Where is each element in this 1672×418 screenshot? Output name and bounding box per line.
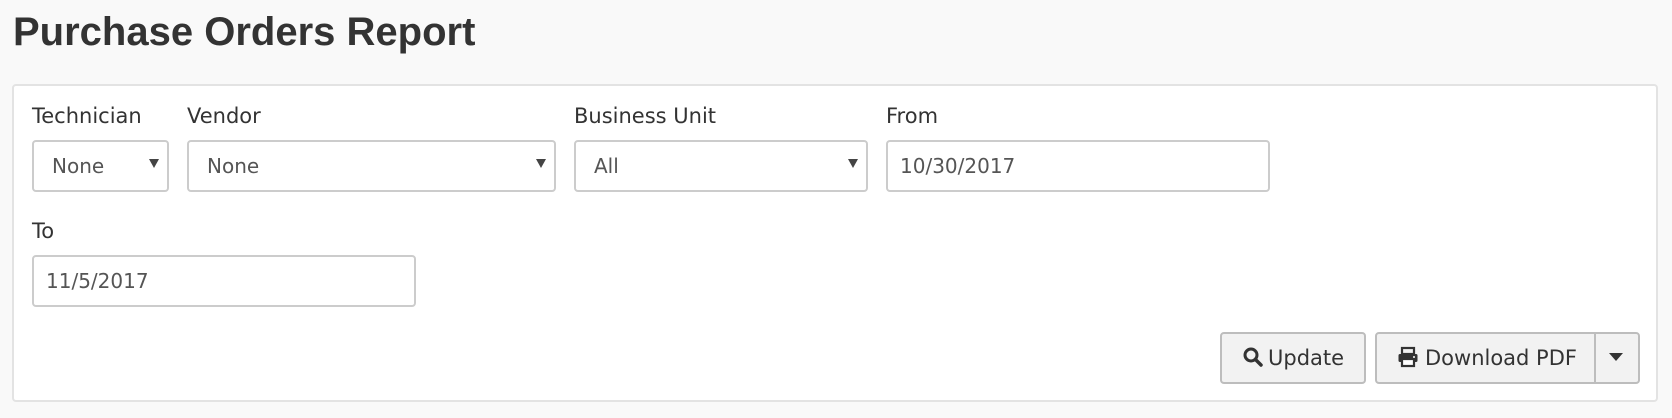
- vendor-select[interactable]: None: [187, 140, 556, 192]
- update-button[interactable]: Update: [1220, 332, 1366, 384]
- vendor-select-value: None: [207, 154, 260, 178]
- vendor-label: Vendor: [187, 104, 261, 128]
- from-date-value: 10/30/2017: [900, 154, 1016, 178]
- download-pdf-button[interactable]: Download PDF: [1375, 332, 1596, 384]
- from-label: From: [886, 104, 939, 128]
- to-label: To: [32, 219, 55, 243]
- technician-label: Technician: [32, 104, 142, 128]
- update-button-label: Update: [1268, 346, 1345, 370]
- page-title: Purchase Orders Report: [13, 10, 476, 54]
- to-date-value: 11/5/2017: [46, 269, 149, 293]
- search-icon: [1243, 347, 1263, 367]
- filter-panel: Technician None Vendor None Business Uni…: [12, 84, 1658, 402]
- printer-icon: [1398, 346, 1418, 368]
- caret-down-icon: [149, 159, 159, 168]
- download-pdf-button-label: Download PDF: [1425, 346, 1577, 370]
- technician-select-value: None: [52, 154, 105, 178]
- to-date-input[interactable]: 11/5/2017: [32, 255, 416, 307]
- download-options-toggle[interactable]: [1594, 332, 1640, 384]
- business-unit-label: Business Unit: [574, 104, 717, 128]
- business-unit-select[interactable]: All: [574, 140, 868, 192]
- caret-down-icon: [536, 159, 546, 168]
- technician-select[interactable]: None: [32, 140, 169, 192]
- caret-down-icon: [848, 159, 858, 168]
- caret-down-icon: [1609, 353, 1623, 361]
- business-unit-select-value: All: [594, 154, 619, 178]
- from-date-input[interactable]: 10/30/2017: [886, 140, 1270, 192]
